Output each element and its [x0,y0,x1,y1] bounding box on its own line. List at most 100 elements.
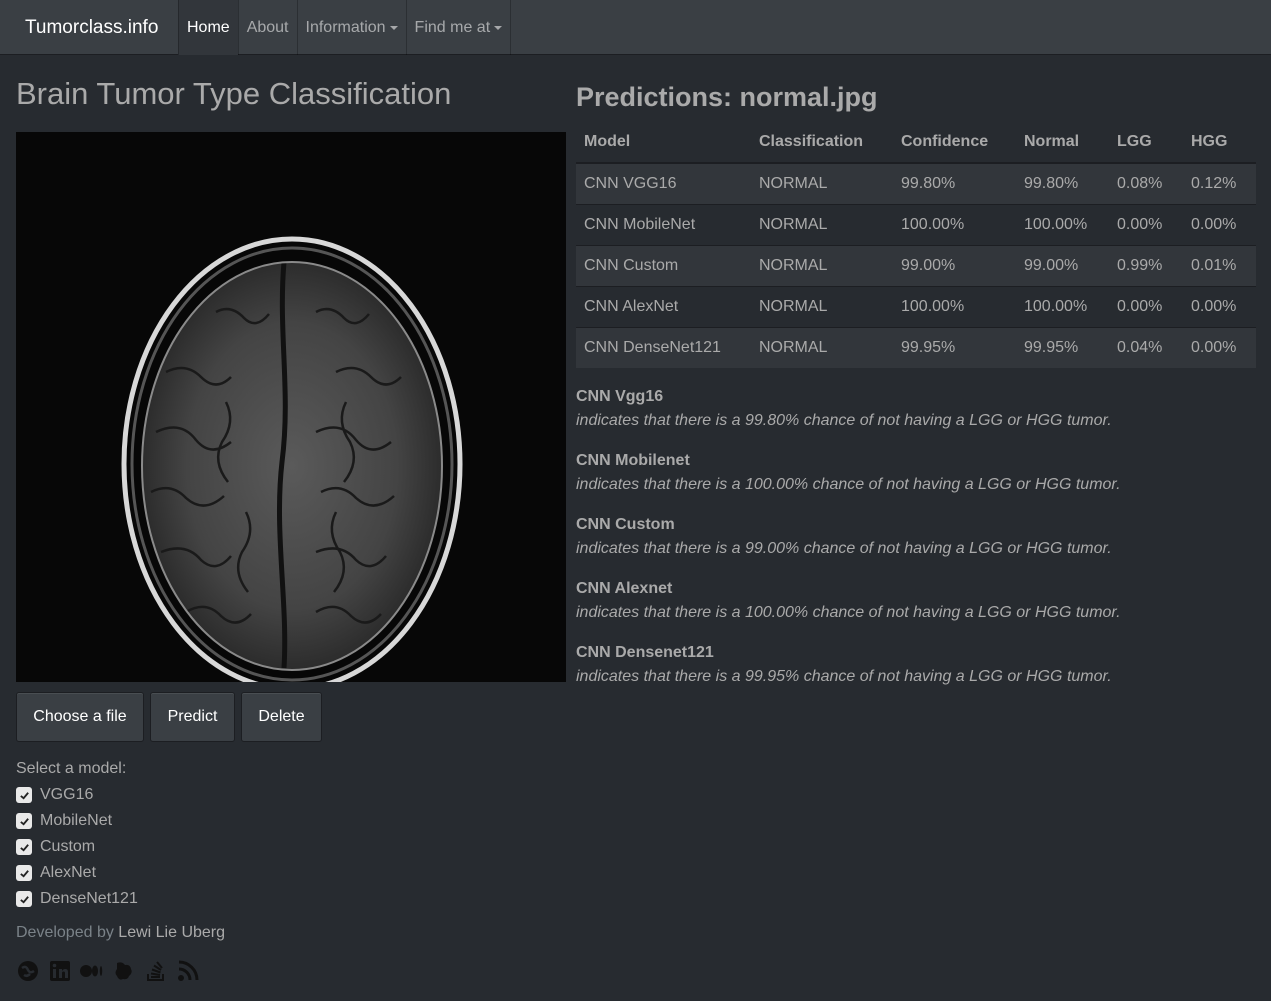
prediction-explanations: CNN Vgg16 indicates that there is a 99.8… [576,386,1256,706]
explanation-text: indicates that there is a 100.00% chance… [576,476,1121,493]
table-cell: 99.95% [1016,326,1109,368]
nav-find-me-dropdown[interactable]: Find me at [405,0,511,55]
explanation-text: indicates that there is a 99.80% chance … [576,412,1112,429]
choose-file-button[interactable]: Choose a file [16,692,144,742]
model-checkbox-vgg16[interactable]: VGG16 [16,782,138,808]
column-header: Normal [1016,122,1109,164]
table-cell: 100.00% [893,285,1016,327]
table-cell: NORMAL [751,285,893,327]
column-header: Classification [751,122,893,164]
developed-by-label: Developed by [16,924,114,941]
checkmark-icon[interactable] [16,891,32,907]
column-header: Confidence [893,122,1016,164]
table-row: CNN DenseNet121 NORMAL 99.95% 99.95% 0.0… [576,326,1256,368]
model-checkbox-alexnet[interactable]: AlexNet [16,860,138,886]
developer-name-link[interactable]: Lewi Lie Uberg [118,924,225,941]
model-select-label: Select a model: [16,760,127,777]
table-cell: 99.95% [893,326,1016,368]
checkmark-icon[interactable] [16,787,32,803]
caret-down-icon [389,25,398,30]
table-cell: 0.99% [1109,244,1183,286]
rss-icon[interactable] [176,958,200,984]
table-cell: 0.00% [1109,285,1183,327]
column-header: LGG [1109,122,1183,164]
table-cell: 0.00% [1183,326,1256,368]
model-checklist: VGG16 MobileNet Custom AlexNet DenseNet1… [16,782,138,912]
table-cell: 0.08% [1109,162,1183,204]
table-cell: NORMAL [751,162,893,204]
table-cell: CNN Custom [576,244,751,286]
table-row: CNN VGG16 NORMAL 99.80% 99.80% 0.08% 0.1… [576,162,1256,204]
table-row: CNN Custom NORMAL 99.00% 99.00% 0.99% 0.… [576,244,1256,286]
table-cell: 0.04% [1109,326,1183,368]
table-row: CNN AlexNet NORMAL 100.00% 100.00% 0.00%… [576,285,1256,327]
model-checkbox-mobilenet[interactable]: MobileNet [16,808,138,834]
nav-home[interactable]: Home [178,0,238,55]
nav-about-label: About [246,18,289,36]
predictions-title: Predictions: normal.jpg [576,82,878,112]
explanation-title: CNN Vgg16 [576,388,664,405]
table-cell: 0.01% [1183,244,1256,286]
explanation-title: CNN Mobilenet [576,452,690,469]
table-cell: 0.12% [1183,162,1256,204]
table-cell: 100.00% [1016,285,1109,327]
nav-information-label: Information [305,18,386,36]
action-buttons: Choose a file Predict Delete [16,692,322,742]
model-checkbox-label: Custom [40,838,96,855]
table-cell: 0.00% [1109,203,1183,245]
stackoverflow-icon[interactable] [144,958,168,984]
checkmark-icon[interactable] [16,813,32,829]
medium-icon[interactable] [80,958,104,984]
table-cell: 100.00% [893,203,1016,245]
developer-credit: Developed by Lewi Lie Uberg [16,924,225,942]
table-cell: 0.00% [1183,285,1256,327]
predict-button[interactable]: Predict [150,692,235,742]
mri-image [16,132,566,682]
checkmark-icon[interactable] [16,839,32,855]
table-cell: CNN VGG16 [576,162,751,204]
globe-icon[interactable] [16,958,40,984]
table-cell: NORMAL [751,203,893,245]
nav-information-dropdown[interactable]: Information [296,0,406,55]
explanation-item: CNN Densenet121 indicates that there is … [576,642,1256,690]
explanation-title: CNN Alexnet [576,580,673,597]
caret-down-icon [494,25,503,30]
explanation-item: CNN Alexnet indicates that there is a 10… [576,578,1256,626]
nav-divider [510,0,512,55]
table-cell: 99.80% [893,162,1016,204]
nav-home-label: Home [187,18,230,36]
social-links [16,958,200,984]
explanation-title: CNN Custom [576,516,675,533]
explanation-item: CNN Vgg16 indicates that there is a 99.8… [576,386,1256,434]
predictions-table: Model Classification Confidence Normal L… [576,122,1256,368]
nav-about[interactable]: About [237,0,297,55]
table-header-row: Model Classification Confidence Normal L… [576,122,1256,164]
model-checkbox-label: AlexNet [40,864,97,881]
table-cell: 0.00% [1183,203,1256,245]
table-cell: 99.80% [1016,162,1109,204]
linkedin-icon[interactable] [48,958,72,984]
page-title: Brain Tumor Type Classification [16,76,452,111]
kaggle-icon[interactable] [112,958,136,984]
explanation-title: CNN Densenet121 [576,644,714,661]
navbar: Tumorclass.info Home About Information F… [0,0,1271,55]
nav-find-me-label: Find me at [414,18,491,36]
table-row: CNN MobileNet NORMAL 100.00% 100.00% 0.0… [576,203,1256,245]
table-cell: CNN DenseNet121 [576,326,751,368]
explanation-item: CNN Mobilenet indicates that there is a … [576,450,1256,498]
table-cell: CNN AlexNet [576,285,751,327]
table-cell: 99.00% [1016,244,1109,286]
table-cell: 99.00% [893,244,1016,286]
explanation-text: indicates that there is a 100.00% chance… [576,604,1121,621]
explanation-item: CNN Custom indicates that there is a 99.… [576,514,1256,562]
model-checkbox-custom[interactable]: Custom [16,834,138,860]
table-cell: NORMAL [751,244,893,286]
checkmark-icon[interactable] [16,865,32,881]
brand-link[interactable]: Tumorclass.info [0,0,178,55]
column-header: HGG [1183,122,1256,164]
table-cell: 100.00% [1016,203,1109,245]
model-checkbox-label: VGG16 [40,786,94,803]
delete-button[interactable]: Delete [241,692,322,742]
model-checkbox-densenet121[interactable]: DenseNet121 [16,886,138,912]
model-checkbox-label: MobileNet [40,812,113,829]
